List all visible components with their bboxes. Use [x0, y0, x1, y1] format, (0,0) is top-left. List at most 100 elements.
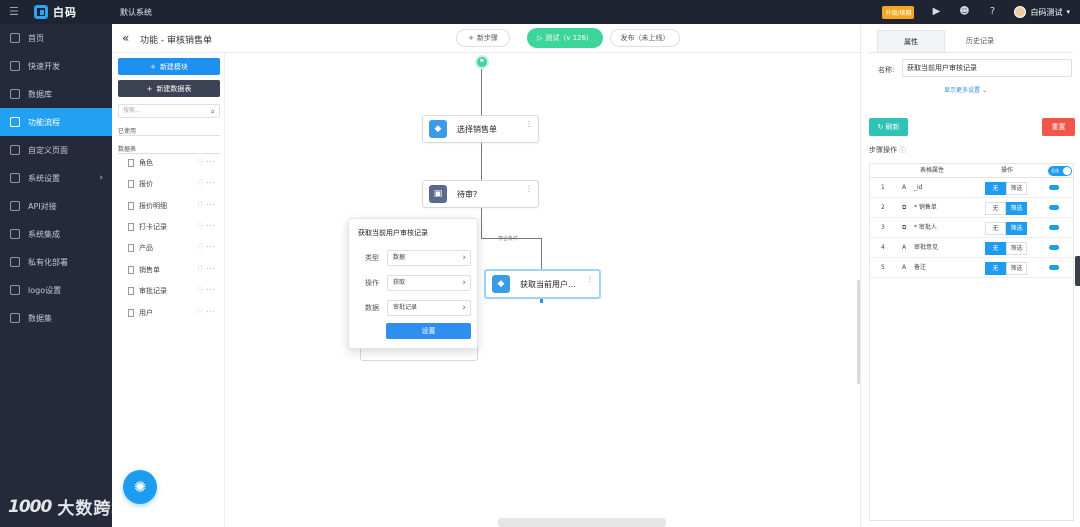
refresh-button[interactable]: ↻ 刷新 — [869, 118, 908, 136]
more-icon[interactable]: ⫶⫶ ··· — [198, 158, 216, 167]
op-none-button[interactable]: 无 — [985, 262, 1006, 275]
op-none-button[interactable]: 无 — [985, 182, 1006, 195]
table-item-checkin[interactable]: 打卡记录 ⫶⫶ ··· — [128, 219, 220, 235]
lightbulb-icon[interactable]: ✺ — [123, 470, 157, 504]
table-item-quote-detail[interactable]: 报价明细 ⫶⫶ ··· — [128, 198, 220, 214]
table-header: 表格属性 操作 全选 — [870, 164, 1073, 178]
table-item-quote[interactable]: 报价 ⫶⫶ ··· — [128, 176, 220, 192]
help-icon[interactable]: ? — [986, 6, 998, 18]
popup-settings-button[interactable]: 设置 — [386, 323, 471, 339]
step-name-input[interactable]: 获取当前用户审核记录 — [902, 59, 1072, 77]
table-search-input[interactable]: 搜索... ⌕ — [118, 104, 220, 118]
field-name: 备注 — [914, 264, 927, 271]
sidebar-item-logo-settings[interactable]: logo设置 — [0, 276, 112, 304]
row-toggle[interactable] — [1049, 265, 1059, 270]
publish-button[interactable]: 发布（未上线） — [610, 29, 680, 47]
table-item-sales-order[interactable]: 销售单 ⫶⫶ ··· — [128, 262, 220, 278]
popup-row-type: 类型 数据 › — [365, 250, 471, 266]
table-item-role[interactable]: 角色 ⫶⫶ ··· — [128, 155, 220, 171]
flow-node-pending[interactable]: ▣ 待审? ··· — [422, 180, 539, 208]
table-row: 4 A 审批意见 无 筛选 — [870, 238, 1073, 258]
divider — [118, 153, 220, 154]
sidebar-item-api[interactable]: API对接 — [0, 192, 112, 220]
system-name[interactable]: 默认系统 — [120, 7, 152, 18]
new-step-label: 新步骤 — [476, 34, 498, 42]
sidebar-item-database[interactable]: 数据库 — [0, 80, 112, 108]
tables-section-label: 数据表 — [118, 146, 137, 153]
sidebar-item-label: 系统集成 — [28, 229, 60, 239]
flow-icon — [10, 117, 20, 127]
brand-logo[interactable]: 白码 — [34, 4, 77, 20]
brand-mark-icon — [34, 5, 48, 19]
sidebar-item-dataset[interactable]: 数据集 — [0, 304, 112, 332]
more-icon[interactable]: ⫶⫶ ··· — [198, 265, 216, 274]
test-button[interactable]: ▷ 测试（v 126） — [527, 28, 603, 48]
new-step-button[interactable]: + 新步骤 — [456, 29, 510, 47]
more-icon[interactable]: ··· — [585, 275, 594, 283]
op-none-button[interactable]: 无 — [985, 222, 1006, 235]
table-item-user[interactable]: 用户 ⫶⫶ ··· — [128, 305, 220, 321]
server-icon — [10, 257, 20, 267]
more-icon[interactable]: ⫶⫶ ··· — [198, 201, 216, 210]
op-filter-button[interactable]: 筛选 — [1006, 262, 1027, 275]
sidebar-item-home[interactable]: 首页 — [0, 24, 112, 52]
name-label: 名称: — [878, 66, 895, 74]
used-section-label: 已使用 — [118, 128, 137, 135]
flow-start-icon[interactable]: ⚑ — [475, 55, 489, 69]
sidebar-item-function-flow[interactable]: 功能流程 — [0, 108, 112, 136]
sidebar-item-custom-page[interactable]: 自定义页面 — [0, 136, 112, 164]
upgrade-badge[interactable]: 升级/续期 — [882, 5, 915, 19]
top-right-tools: 升级/续期 ▶ ☻ ? 白码测试 ▾ — [882, 4, 1070, 20]
flow-connector — [481, 208, 482, 238]
reset-button[interactable]: 重置 — [1042, 118, 1075, 136]
row-toggle[interactable] — [1049, 185, 1059, 190]
flow-node-select-sales-order[interactable]: ◆ 选择销售单 ··· — [422, 115, 539, 143]
op-filter-button[interactable]: 筛选 — [1006, 202, 1027, 215]
op-filter-button[interactable]: 筛选 — [1006, 222, 1027, 235]
play-icon[interactable]: ▶ — [930, 6, 942, 18]
new-table-label: 新建数据表 — [156, 84, 192, 93]
help-icon[interactable]: ⓘ — [899, 146, 906, 154]
new-module-button[interactable]: + 新建模块 — [118, 58, 220, 75]
sidebar-item-system-settings[interactable]: 系统设置 › — [0, 164, 112, 192]
user-menu[interactable]: 白码测试 ▾ — [1014, 6, 1070, 18]
op-none-button[interactable]: 无 — [985, 242, 1006, 255]
flow-node-get-user-record[interactable]: ◆ 获取当前用户... ··· — [484, 269, 601, 299]
table-item-approval[interactable]: 审批记录 ⫶⫶ ··· — [128, 283, 220, 299]
node-output-handle[interactable] — [540, 299, 543, 303]
sidebar-item-quick-dev[interactable]: 快速开发 — [0, 52, 112, 80]
type-select[interactable]: 数据 › — [387, 250, 471, 266]
double-chevron-left-icon[interactable]: « — [122, 31, 129, 45]
menu-toggle-icon[interactable]: ☰ — [9, 6, 21, 18]
more-icon[interactable]: ⫶⫶ ··· — [198, 179, 216, 188]
robot-icon[interactable]: ☻ — [958, 6, 970, 18]
sidebar-item-integration[interactable]: 系统集成 — [0, 220, 112, 248]
data-select[interactable]: 审批记录 › — [387, 300, 471, 316]
op-filter-button[interactable]: 筛选 — [1006, 242, 1027, 255]
more-icon[interactable]: ··· — [524, 120, 533, 128]
op-filter-button[interactable]: 筛选 — [1006, 182, 1027, 195]
row-toggle[interactable] — [1049, 205, 1059, 210]
row-toggle[interactable] — [1049, 245, 1059, 250]
tab-properties[interactable]: 属性 — [877, 30, 945, 52]
show-more-settings-link[interactable]: 显示更多设置 ⌄ — [944, 85, 987, 94]
more-icon[interactable]: ⫶⫶ ··· — [198, 286, 216, 295]
tab-history[interactable]: 历史记录 — [945, 30, 1015, 52]
search-icon[interactable]: ⌕ — [211, 106, 215, 118]
horizontal-scrollbar[interactable] — [498, 518, 666, 527]
new-table-button[interactable]: + 新建数据表 — [118, 80, 220, 97]
more-icon[interactable]: ⫶⫶ ··· — [198, 243, 216, 252]
select-all-toggle[interactable]: 全选 — [1048, 166, 1072, 176]
side-drawer-handle[interactable] — [1075, 256, 1080, 286]
operation-select[interactable]: 获取 › — [387, 275, 471, 291]
header-attr: 表格属性 — [920, 167, 945, 174]
more-icon[interactable]: ⫶⫶ ··· — [198, 222, 216, 231]
sidebar-item-private-deploy[interactable]: 私有化部署 — [0, 248, 112, 276]
row-toggle[interactable] — [1049, 225, 1059, 230]
node-popup: 获取当前用户审核记录 类型 数据 › 操作 获取 › 数据 审批记录 › 设置 — [348, 218, 478, 349]
more-icon[interactable]: ⫶⫶ ··· — [198, 308, 216, 317]
more-icon[interactable]: ··· — [524, 185, 533, 193]
chevron-right-icon: › — [99, 173, 103, 183]
table-item-product[interactable]: 产品 ⫶⫶ ··· — [128, 240, 220, 256]
op-none-button[interactable]: 无 — [985, 202, 1006, 215]
